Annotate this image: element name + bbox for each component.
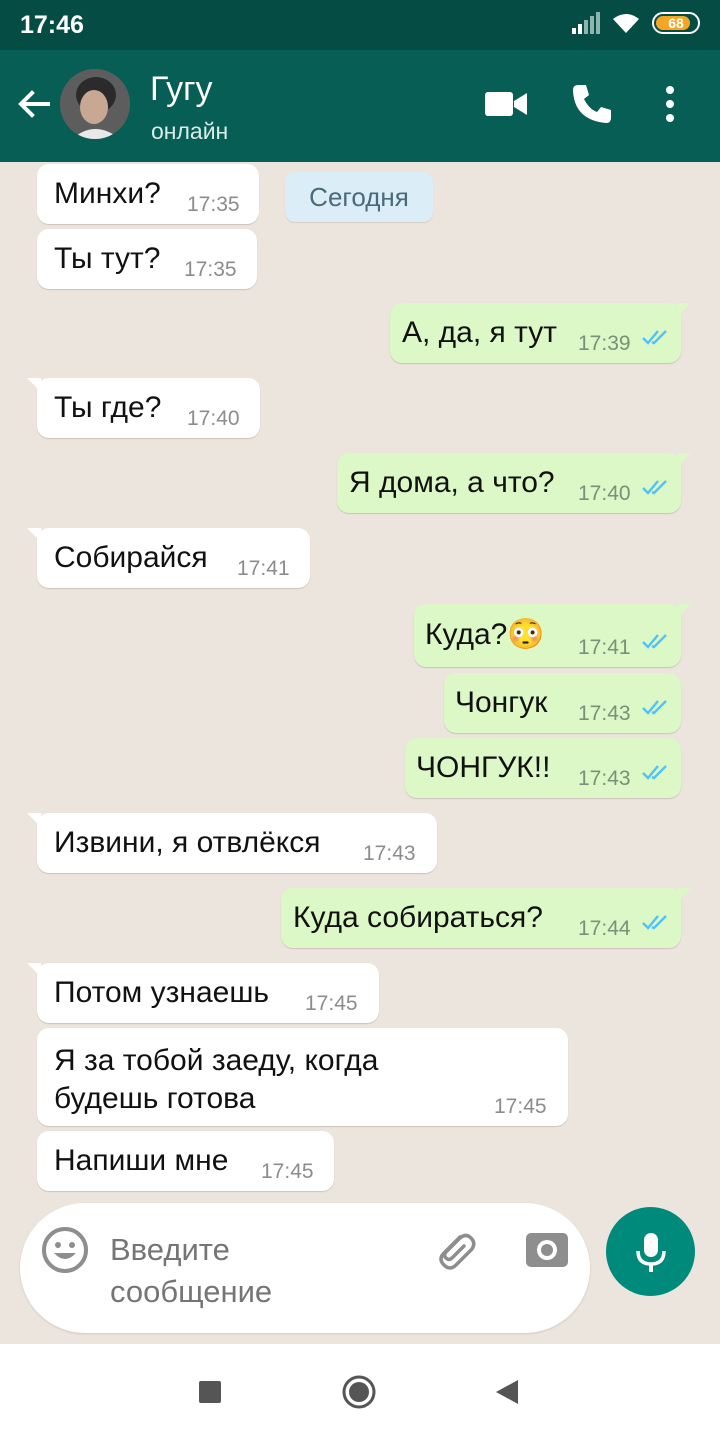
wifi-icon (613, 14, 639, 33)
message-text: А, да, я тут (402, 316, 557, 349)
message-outgoing[interactable]: ЧОНГУК!! 17:43 (405, 738, 681, 798)
message-time: 17:43 (578, 767, 631, 790)
attach-icon[interactable] (430, 1225, 480, 1275)
contact-status: онлайн (151, 118, 229, 144)
chat-area[interactable]: Сегодня Минхи? 17:35 Ты тут? 17:35 А, да… (0, 162, 720, 1202)
message-text: Чонгук (455, 686, 548, 719)
message-time: 17:43 (578, 702, 631, 725)
message-incoming[interactable]: Минхи? 17:35 (37, 164, 259, 224)
message-time: 17:45 (494, 1095, 547, 1118)
signal-icon (572, 12, 600, 34)
message-outgoing[interactable]: Я дома, а что? 17:40 (337, 453, 691, 513)
message-outgoing[interactable]: Куда собираться? 17:44 (281, 888, 691, 948)
message-incoming[interactable]: Ты тут? 17:35 (37, 229, 257, 289)
message-text: Куда?😳 (425, 618, 545, 651)
message-text: Минхи? (54, 177, 161, 210)
message-incoming[interactable]: Извини, я отвлёкся 17:43 (27, 813, 437, 873)
date-divider: Сегодня (285, 172, 433, 222)
chat-header: Гугу онлайн (0, 50, 720, 162)
message-time: 17:40 (578, 482, 631, 505)
video-call-icon[interactable] (484, 82, 528, 126)
phone-icon[interactable] (570, 82, 614, 126)
nav-back-icon[interactable] (494, 1378, 520, 1406)
message-outgoing[interactable]: Чонгук 17:43 (444, 673, 681, 733)
camera-icon[interactable] (522, 1225, 572, 1275)
emoji-icon[interactable] (40, 1225, 90, 1275)
message-time: 17:40 (187, 407, 240, 430)
message-time: 17:45 (261, 1160, 314, 1183)
mic-icon (636, 1233, 666, 1272)
message-text: Я за тобой заеду, когда будешь готова (54, 1044, 379, 1115)
message-text: Ты тут? (54, 242, 161, 275)
nav-circle-icon[interactable] (341, 1374, 377, 1410)
read-receipt-icon (642, 700, 667, 715)
message-text: Куда собираться? (293, 901, 543, 934)
message-incoming[interactable]: Ты где? 17:40 (27, 378, 260, 438)
battery-icon: 68 (652, 12, 700, 34)
status-time: 17:46 (20, 11, 84, 39)
message-incoming[interactable]: Потом узнаешь 17:45 (27, 963, 379, 1023)
system-nav-bar (0, 1344, 720, 1440)
message-time: 17:41 (237, 557, 290, 580)
message-incoming[interactable]: Напиши мне 17:45 (37, 1131, 334, 1191)
message-time: 17:45 (305, 992, 358, 1015)
message-time: 17:39 (578, 332, 631, 355)
message-time: 17:43 (363, 842, 416, 865)
read-receipt-icon (642, 915, 667, 930)
message-outgoing[interactable]: А, да, я тут 17:39 (390, 303, 691, 363)
avatar[interactable] (60, 69, 130, 139)
message-time: 17:35 (184, 258, 237, 281)
message-outgoing[interactable]: Куда?😳 17:41 (414, 604, 691, 667)
message-text: Собирайся (54, 541, 208, 574)
more-vert-icon[interactable] (648, 82, 692, 126)
read-receipt-icon (642, 634, 667, 649)
message-input[interactable] (110, 1229, 410, 1313)
message-text: Ты где? (54, 391, 162, 424)
message-text: Напиши мне (54, 1144, 229, 1177)
message-incoming[interactable]: Я за тобой заеду, когда будешь готова 17… (37, 1028, 568, 1126)
message-time: 17:35 (187, 193, 240, 216)
message-text: Потом узнаешь (54, 976, 270, 1009)
status-icons: 68 (572, 12, 700, 34)
voice-message-button[interactable] (606, 1207, 695, 1296)
message-time: 17:41 (578, 636, 631, 659)
read-receipt-icon (642, 480, 667, 495)
message-text: ЧОНГУК!! (416, 751, 551, 784)
nav-square-icon[interactable] (198, 1380, 222, 1404)
read-receipt-icon (642, 330, 667, 345)
message-time: 17:44 (578, 917, 631, 940)
message-text: Извини, я отвлёкся (54, 826, 321, 859)
message-incoming[interactable]: Собирайся 17:41 (27, 528, 310, 588)
read-receipt-icon (642, 765, 667, 780)
status-bar: 17:46 68 (0, 0, 720, 50)
message-composer (20, 1203, 590, 1333)
message-text: Я дома, а что? (349, 466, 555, 499)
battery-level: 68 (668, 15, 684, 31)
contact-name[interactable]: Гугу (150, 70, 213, 109)
back-arrow-icon[interactable] (14, 84, 54, 124)
